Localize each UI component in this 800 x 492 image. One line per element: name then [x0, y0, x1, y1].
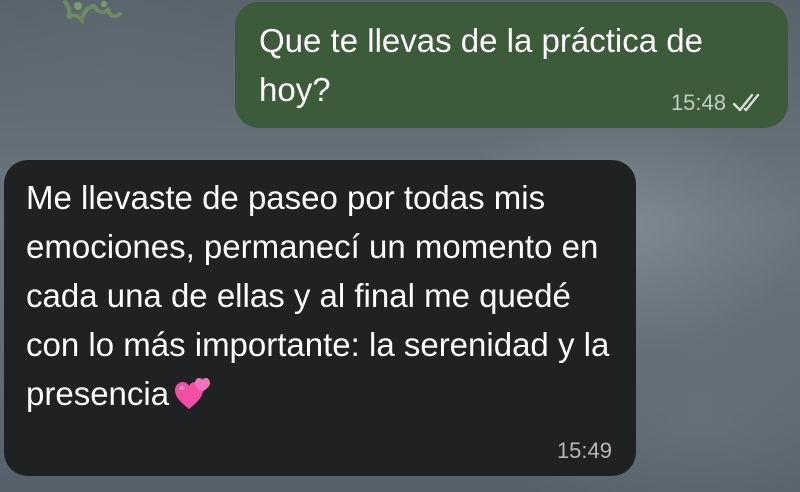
background-foliage: [63, 0, 122, 25]
message-meta: 15:48: [671, 90, 766, 116]
message-time: 15:48: [670, 90, 726, 115]
incoming-message-bubble[interactable]: Me llevaste de paseo por todas mis emoci…: [4, 160, 636, 476]
chat-conversation: Que te llevas de la práctica de hoy? 15:…: [0, 0, 800, 492]
message-text: Me llevaste de paseo por todas mis emoci…: [26, 179, 610, 412]
two-hearts-icon: [175, 378, 211, 409]
double-check-read-icon: [732, 93, 760, 112]
message-meta: 15:49: [557, 438, 612, 464]
message-time: 15:49: [556, 438, 612, 463]
outgoing-message-bubble[interactable]: Que te llevas de la práctica de hoy? 15:…: [235, 2, 788, 128]
